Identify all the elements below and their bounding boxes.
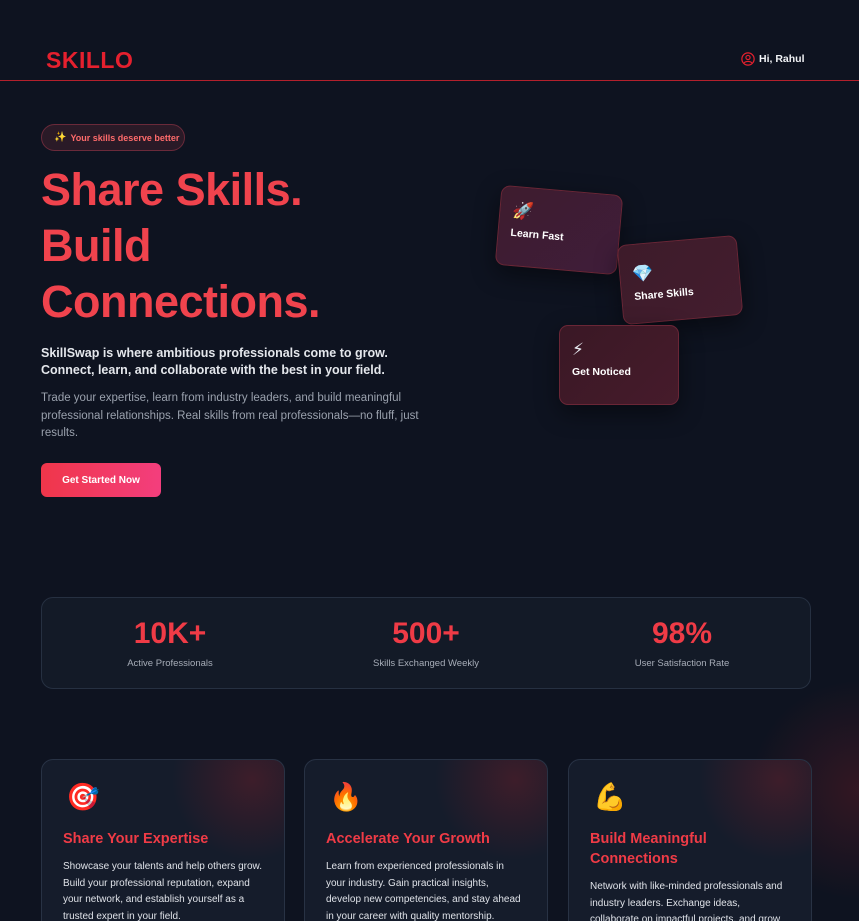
feature-share-expertise: 🎯 Share Your Expertise Showcase your tal… xyxy=(41,759,285,921)
feature-card-learn-fast: 🚀 Learn Fast xyxy=(494,184,624,276)
hero-lead: SkillSwap is where ambitious professiona… xyxy=(41,346,388,377)
fire-icon: 🔥 xyxy=(329,782,363,812)
headline-line: Connections. xyxy=(41,276,321,327)
stat-label: Skills Exchanged Weekly xyxy=(373,658,479,669)
tagline-text: Your skills deserve better xyxy=(70,132,180,143)
card-label: Get Noticed xyxy=(572,366,631,378)
feature-title: Share Your Expertise xyxy=(63,831,209,847)
stat-value: 98% xyxy=(651,617,713,650)
card-label: Share Skills xyxy=(633,285,695,304)
feature-build-connections: 💪 Build Meaningful Connections Network w… xyxy=(568,759,812,921)
hero-headline: Share Skills. Build Connections. xyxy=(41,162,441,330)
feature-card-share-skills: 💎 Share Skills xyxy=(616,234,744,326)
hero-description: Trade your expertise, learn from industr… xyxy=(41,392,419,439)
card-label: Learn Fast xyxy=(510,226,565,244)
feature-title: Build Meaningful Connections xyxy=(590,831,707,867)
rocket-icon: 🚀 xyxy=(511,200,535,222)
target-icon: 🎯 xyxy=(66,782,100,812)
user-menu[interactable]: Hi, Rahul xyxy=(741,52,805,66)
stat-label: User Satisfaction Rate xyxy=(634,658,730,669)
stat-value: 10K+ xyxy=(133,617,207,650)
headline-line: Build xyxy=(41,220,151,271)
feature-text: Learn from experienced professionals in … xyxy=(326,861,521,921)
lightning-icon: ⚡ xyxy=(572,340,584,359)
get-started-button[interactable]: Get Started Now xyxy=(41,463,161,497)
stat-item: 98% User Satisfaction Rate xyxy=(554,598,810,688)
tagline-badge: ✨ Your skills deserve better xyxy=(41,124,185,151)
site-header: SKILLO Hi, Rahul xyxy=(0,0,859,81)
sparkles-icon: ✨ xyxy=(54,132,67,143)
stat-item: 500+ Skills Exchanged Weekly xyxy=(298,598,554,688)
flexed-biceps-icon: 💪 xyxy=(593,782,627,812)
stat-label: Active Professionals xyxy=(127,658,213,669)
user-icon xyxy=(741,52,755,66)
stats-panel: 10K+ Active Professionals 500+ Skills Ex… xyxy=(41,597,811,689)
headline-line: Share Skills. xyxy=(41,164,303,215)
user-greeting: Hi, Rahul xyxy=(759,53,805,65)
stat-item: 10K+ Active Professionals xyxy=(42,598,298,688)
landing-page: SKILLO Hi, Rahul ✨ Your skills deserve b… xyxy=(0,0,859,921)
stat-value: 500+ xyxy=(392,617,460,650)
gem-icon: 💎 xyxy=(631,263,655,285)
feature-card-get-noticed: ⚡ Get Noticed xyxy=(559,325,679,405)
feature-accelerate-growth: 🔥 Accelerate Your Growth Learn from expe… xyxy=(304,759,548,921)
feature-text: Showcase your talents and help others gr… xyxy=(63,861,263,921)
feature-title: Accelerate Your Growth xyxy=(326,831,490,847)
brand-logo[interactable]: SKILLO xyxy=(46,47,133,74)
feature-text: Network with like-minded professionals a… xyxy=(590,881,783,921)
